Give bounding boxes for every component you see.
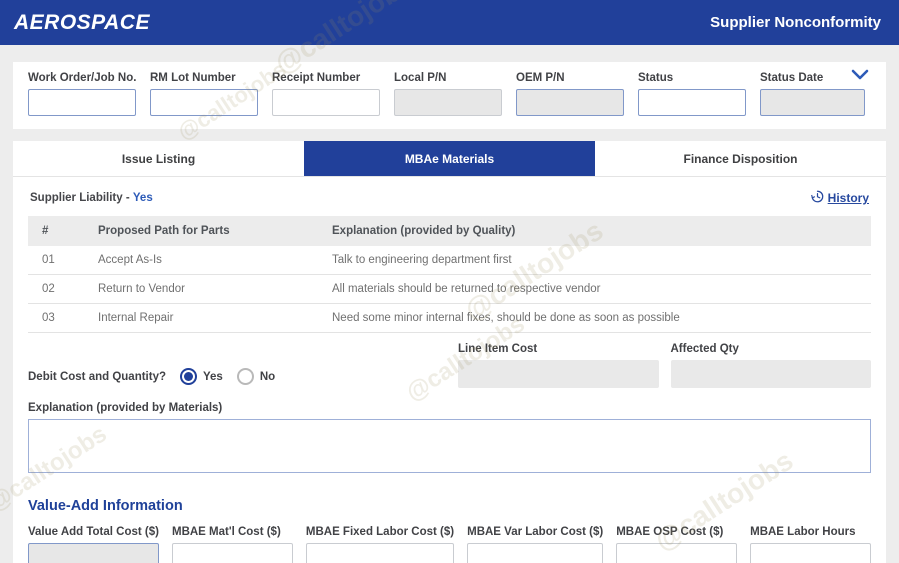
tab-issue-listing-label: Issue Listing — [122, 152, 195, 166]
value-add-heading: Value-Add Information — [28, 498, 871, 514]
line-item-cost-input — [458, 360, 659, 388]
value-add-total-cost-label: Value Add Total Cost ($) — [28, 526, 159, 538]
col-proposed-path: Proposed Path for Parts — [84, 225, 318, 237]
liability-row: Supplier Liability - Yes History — [28, 177, 871, 216]
mbae-fixed-labor-cost-input[interactable] — [306, 543, 454, 563]
app-header: AEROSPACE Supplier Nonconformity — [0, 0, 899, 45]
mbae-osp-cost-field: MBAE OSP Cost ($) — [616, 526, 737, 563]
local-pn-label: Local P/N — [394, 72, 502, 84]
radio-circle — [180, 368, 197, 385]
work-order-label: Work Order/Job No. — [28, 72, 136, 84]
mbae-matl-cost-label: MBAE Mat'l Cost ($) — [172, 526, 293, 538]
mbae-labor-hours-label: MBAE Labor Hours — [750, 526, 871, 538]
mbae-labor-hours-field: MBAE Labor Hours — [750, 526, 871, 563]
debit-question-group: Debit Cost and Quantity? Yes No — [28, 343, 458, 388]
mbae-labor-hours-input[interactable] — [750, 543, 871, 563]
line-item-cost-label: Line Item Cost — [458, 343, 659, 355]
oem-pn-label: OEM P/N — [516, 72, 624, 84]
mbae-osp-cost-label: MBAE OSP Cost ($) — [616, 526, 737, 538]
filter-field-status: Status — [638, 72, 746, 129]
proposed-path-table: # Proposed Path for Parts Explanation (p… — [28, 216, 871, 333]
main-panel: Issue Listing MBAe Materials Finance Dis… — [13, 141, 886, 563]
mbae-fixed-labor-cost-field: MBAE Fixed Labor Cost ($) — [306, 526, 454, 563]
collapse-filters-button[interactable] — [848, 68, 872, 86]
work-order-input[interactable] — [28, 89, 136, 116]
value-add-total-cost-field: Value Add Total Cost ($) — [28, 526, 159, 563]
row-explanation: Need some minor internal fixes, should b… — [318, 312, 871, 324]
tab-content: Supplier Liability - Yes History # Propo… — [13, 177, 886, 563]
mbae-var-labor-cost-label: MBAE Var Labor Cost ($) — [467, 526, 603, 538]
page-title: Supplier Nonconformity — [710, 14, 881, 31]
table-row[interactable]: 03 Internal Repair Need some minor inter… — [28, 304, 871, 333]
debit-yes-radio[interactable]: Yes — [180, 368, 223, 385]
search-filter-panel: Work Order/Job No. RM Lot Number Receipt… — [13, 62, 886, 129]
tab-bar: Issue Listing MBAe Materials Finance Dis… — [13, 141, 886, 177]
row-number: 02 — [28, 283, 84, 295]
local-pn-input — [394, 89, 502, 116]
table-header-row: # Proposed Path for Parts Explanation (p… — [28, 216, 871, 246]
chevron-down-icon — [850, 68, 870, 87]
row-number: 01 — [28, 254, 84, 266]
row-number: 03 — [28, 312, 84, 324]
tab-mbae-materials[interactable]: MBAe Materials — [304, 141, 595, 176]
filter-field-rm-lot: RM Lot Number — [150, 72, 258, 129]
filter-field-work-order: Work Order/Job No. — [28, 72, 136, 129]
affected-qty-field: Affected Qty — [671, 343, 872, 388]
rm-lot-label: RM Lot Number — [150, 72, 258, 84]
history-clock-icon — [811, 190, 824, 206]
table-row[interactable]: 02 Return to Vendor All materials should… — [28, 275, 871, 304]
mbae-var-labor-cost-field: MBAE Var Labor Cost ($) — [467, 526, 603, 563]
oem-pn-input — [516, 89, 624, 116]
supplier-liability-label: Supplier Liability - — [30, 192, 130, 204]
affected-qty-input — [671, 360, 872, 388]
brand-logo: AEROSPACE — [14, 11, 150, 35]
history-link-label: History — [828, 191, 869, 205]
row-path: Internal Repair — [84, 312, 318, 324]
tab-mbae-materials-label: MBAe Materials — [405, 152, 494, 166]
receipt-number-input[interactable] — [272, 89, 380, 116]
row-path: Return to Vendor — [84, 283, 318, 295]
col-explanation-quality: Explanation (provided by Quality) — [318, 225, 871, 237]
mbae-osp-cost-input[interactable] — [616, 543, 737, 563]
filter-field-oem-pn: OEM P/N — [516, 72, 624, 129]
table-row[interactable]: 01 Accept As-Is Talk to engineering depa… — [28, 246, 871, 275]
radio-circle — [237, 368, 254, 385]
filter-field-receipt: Receipt Number — [272, 72, 380, 129]
mbae-matl-cost-field: MBAE Mat'l Cost ($) — [172, 526, 293, 563]
col-number: # — [28, 225, 84, 237]
status-input[interactable] — [638, 89, 746, 116]
value-add-fields-row: Value Add Total Cost ($) MBAE Mat'l Cost… — [28, 526, 871, 563]
explanation-materials-label: Explanation (provided by Materials) — [28, 402, 871, 414]
tab-finance-disposition[interactable]: Finance Disposition — [595, 141, 886, 176]
filter-field-local-pn: Local P/N — [394, 72, 502, 129]
debit-yes-label: Yes — [203, 371, 223, 383]
explanation-materials-textarea[interactable] — [28, 419, 871, 473]
rm-lot-input[interactable] — [150, 89, 258, 116]
tab-issue-listing[interactable]: Issue Listing — [13, 141, 304, 176]
receipt-number-label: Receipt Number — [272, 72, 380, 84]
explanation-materials-block: Explanation (provided by Materials) — [28, 402, 871, 478]
mbae-var-labor-cost-input[interactable] — [467, 543, 603, 563]
row-explanation: Talk to engineering department first — [318, 254, 871, 266]
history-link[interactable]: History — [811, 190, 869, 206]
supplier-liability-value: Yes — [133, 192, 153, 204]
supplier-liability-text: Supplier Liability - Yes — [30, 192, 153, 204]
mbae-matl-cost-input[interactable] — [172, 543, 293, 563]
debit-no-radio[interactable]: No — [237, 368, 275, 385]
value-add-total-cost-input — [28, 543, 159, 563]
status-label: Status — [638, 72, 746, 84]
row-explanation: All materials should be returned to resp… — [318, 283, 871, 295]
status-date-input — [760, 89, 865, 116]
debit-no-label: No — [260, 371, 275, 383]
line-item-cost-field: Line Item Cost — [458, 343, 659, 388]
row-path: Accept As-Is — [84, 254, 318, 266]
affected-qty-label: Affected Qty — [671, 343, 872, 355]
debit-cost-band: Debit Cost and Quantity? Yes No Line Ite… — [28, 343, 871, 388]
mbae-fixed-labor-cost-label: MBAE Fixed Labor Cost ($) — [306, 526, 454, 538]
tab-finance-disposition-label: Finance Disposition — [683, 152, 797, 166]
debit-question-label: Debit Cost and Quantity? — [28, 371, 166, 383]
